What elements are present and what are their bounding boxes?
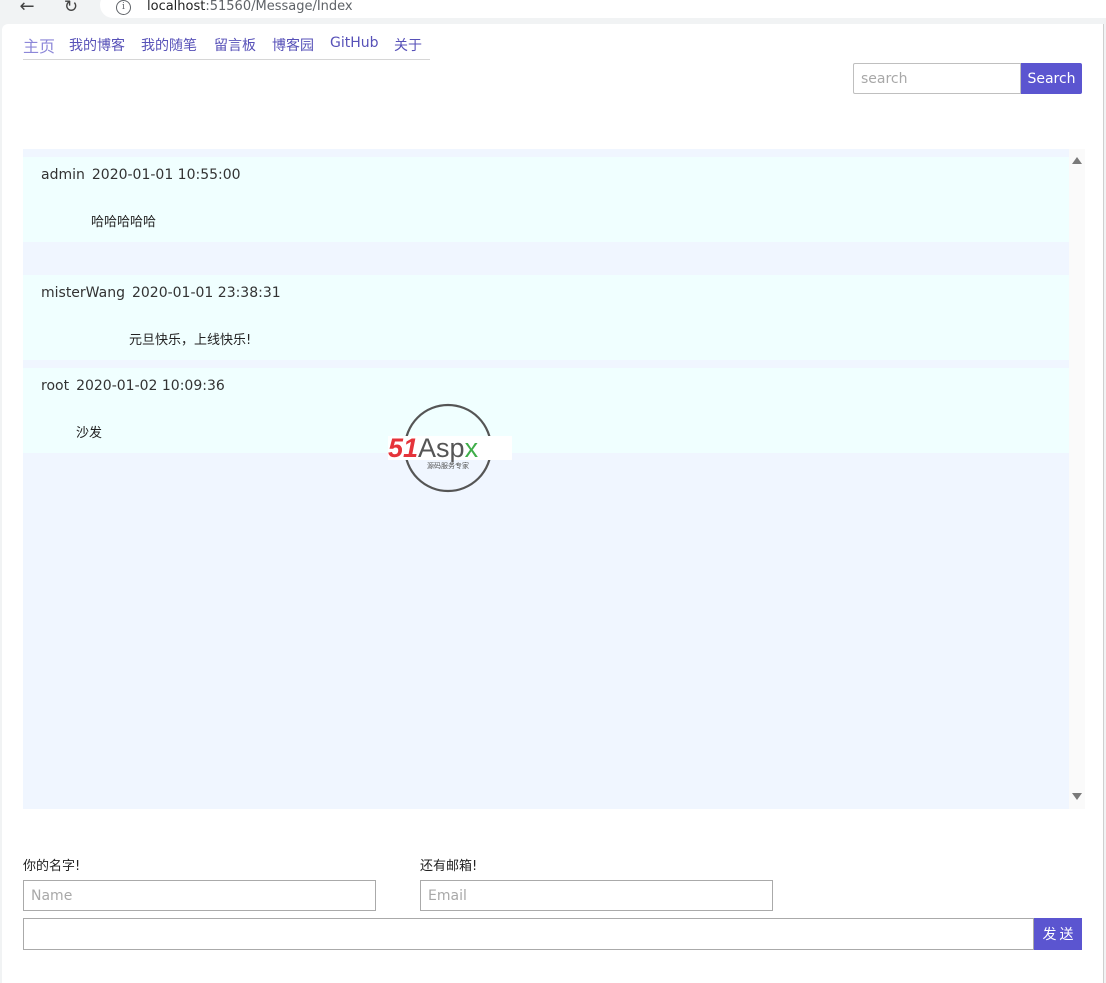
message-author: root bbox=[41, 378, 70, 394]
send-button[interactable]: 发送 bbox=[1034, 918, 1082, 950]
scroll-up-arrow-icon[interactable] bbox=[1072, 157, 1082, 164]
message-content: 元旦快乐，上线快乐! bbox=[129, 333, 252, 348]
watermark-tagline: 源码服务专家 bbox=[427, 461, 469, 470]
nav-item-cnblogs[interactable]: 博客园 bbox=[272, 35, 314, 55]
watermark-logo: 51Aspx 源码服务专家 bbox=[388, 403, 512, 493]
message-header: root 2020-01-02 10:09:36 bbox=[41, 378, 225, 394]
nav-item-github[interactable]: GitHub bbox=[330, 35, 379, 51]
reload-icon[interactable]: ↻ bbox=[58, 0, 84, 18]
main-navigation: 主页 我的博客 我的随笔 留言板 博客园 GitHub 关于 bbox=[23, 32, 430, 60]
message-content: 沙发 bbox=[76, 426, 103, 441]
message-content: 哈哈哈哈哈 bbox=[91, 215, 157, 230]
message-header: admin 2020-01-01 10:55:00 bbox=[41, 167, 241, 183]
search-button[interactable]: Search bbox=[1021, 63, 1082, 94]
name-label: 你的名字! bbox=[23, 859, 81, 874]
url-host: localhost bbox=[147, 0, 206, 14]
message-item: admin 2020-01-01 10:55:00 哈哈哈哈哈 bbox=[23, 149, 1069, 242]
nav-item-home[interactable]: 主页 bbox=[23, 33, 55, 57]
message-time: 2020-01-02 10:09:36 bbox=[76, 378, 225, 394]
message-list-scrollbar[interactable] bbox=[1069, 149, 1085, 809]
page-viewport: 主页 我的博客 我的随笔 留言板 博客园 GitHub 关于 Search ad… bbox=[2, 24, 1104, 983]
message-input[interactable] bbox=[23, 918, 1034, 950]
nav-item-about[interactable]: 关于 bbox=[394, 35, 422, 55]
message-time: 2020-01-01 10:55:00 bbox=[91, 167, 241, 183]
message-time: 2020-01-01 23:38:31 bbox=[131, 285, 281, 301]
site-info-icon[interactable]: i bbox=[116, 0, 131, 15]
email-input[interactable] bbox=[420, 880, 773, 911]
watermark-brand: 51Aspx bbox=[388, 433, 479, 463]
message-item: root 2020-01-02 10:09:36 沙发 bbox=[23, 368, 1069, 453]
search-input[interactable] bbox=[853, 63, 1021, 94]
address-bar[interactable]: i localhost:51560/Message/Index bbox=[100, 0, 1106, 18]
message-item: misterWang 2020-01-01 23:38:31 元旦快乐，上线快乐! bbox=[23, 275, 1069, 360]
nav-item-message-board[interactable]: 留言板 bbox=[214, 35, 256, 55]
scroll-down-arrow-icon[interactable] bbox=[1072, 793, 1082, 800]
browser-toolbar: ← ↻ i localhost:51560/Message/Index bbox=[0, 0, 1106, 22]
email-label: 还有邮箱! bbox=[420, 859, 478, 874]
url-text[interactable]: localhost:51560/Message/Index bbox=[147, 0, 353, 14]
message-header: misterWang 2020-01-01 23:38:31 bbox=[41, 285, 281, 301]
url-path: :51560/Message/Index bbox=[205, 0, 353, 14]
message-author: admin bbox=[41, 167, 85, 183]
nav-item-my-blog[interactable]: 我的博客 bbox=[69, 35, 125, 55]
nav-item-my-essays[interactable]: 我的随笔 bbox=[141, 35, 197, 55]
message-author: misterWang bbox=[41, 285, 125, 301]
name-input[interactable] bbox=[23, 880, 376, 911]
message-list[interactable]: admin 2020-01-01 10:55:00 哈哈哈哈哈 misterWan… bbox=[23, 149, 1069, 809]
back-arrow-icon[interactable]: ← bbox=[14, 0, 40, 18]
